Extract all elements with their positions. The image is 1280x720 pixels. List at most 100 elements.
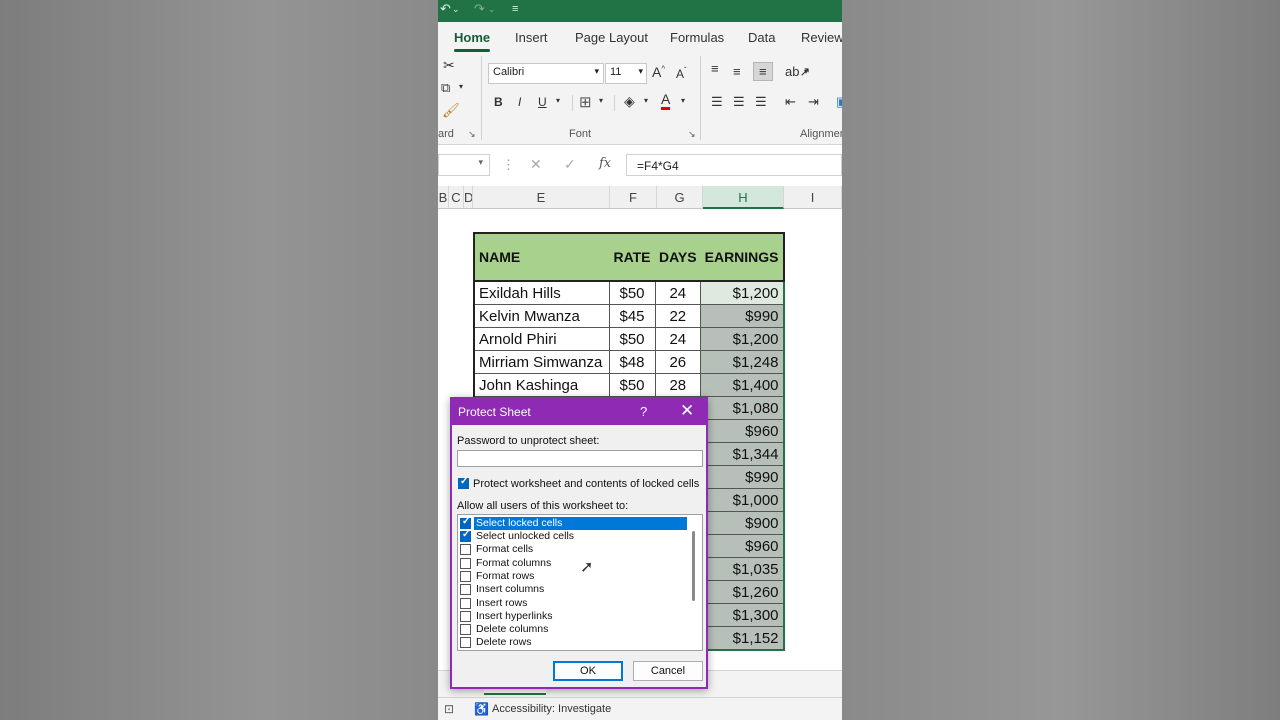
list-item[interactable]: Delete rows xyxy=(460,636,686,649)
align-center-icon[interactable]: ☰ xyxy=(733,94,745,110)
align-bottom-icon[interactable]: ≡ xyxy=(753,62,773,81)
checkbox[interactable] xyxy=(460,624,471,635)
font-color-icon[interactable]: A xyxy=(661,92,671,110)
password-input[interactable] xyxy=(457,450,703,467)
align-top-icon[interactable]: ≡ xyxy=(711,61,719,76)
wrap-text-icon[interactable]: ▣ xyxy=(836,94,842,110)
column-header-h[interactable]: H xyxy=(703,186,784,209)
cell-earnings[interactable]: $990 xyxy=(700,465,785,489)
cell-earnings[interactable]: $1,000 xyxy=(700,488,785,512)
fill-color-icon[interactable]: ◈ xyxy=(624,93,635,110)
cell-rate[interactable]: $48 xyxy=(608,350,656,374)
checkbox[interactable] xyxy=(460,529,471,542)
permissions-list[interactable]: Select locked cells Select unlocked cell… xyxy=(457,514,703,651)
confirm-entry-icon[interactable]: ✓ xyxy=(564,156,576,173)
accessibility-status[interactable]: Accessibility: Investigate xyxy=(492,703,611,715)
list-item[interactable]: Select unlocked cells xyxy=(460,529,686,543)
checkbox[interactable] xyxy=(460,571,471,582)
checkbox[interactable] xyxy=(460,544,471,555)
checkbox[interactable] xyxy=(460,611,471,622)
bold-icon[interactable]: B xyxy=(494,95,503,109)
list-item[interactable]: Insert rows xyxy=(460,597,686,610)
cell-name[interactable]: Arnold Phiri xyxy=(473,327,610,351)
cancel-entry-icon[interactable]: ✕ xyxy=(530,156,542,173)
column-header-g[interactable]: G xyxy=(657,186,703,209)
tab-insert[interactable]: Insert xyxy=(515,30,548,45)
name-box[interactable]: ▾ xyxy=(438,154,490,176)
header-rate[interactable]: RATE xyxy=(609,232,655,282)
cell-name[interactable]: Mirriam Simwanza xyxy=(473,350,610,374)
checkbox[interactable] xyxy=(460,516,471,529)
copy-dropdown-icon[interactable]: ▾ xyxy=(459,82,463,91)
undo-icon[interactable]: ↶ xyxy=(440,1,451,17)
cell-earnings[interactable]: $1,344 xyxy=(700,442,785,466)
increase-font-icon[interactable]: A^ xyxy=(652,64,665,80)
undo-dropdown-icon[interactable]: ⌄ xyxy=(452,4,460,15)
borders-icon[interactable]: ⊞ xyxy=(579,93,592,111)
cell-rate[interactable]: $50 xyxy=(608,373,656,397)
cell-name[interactable]: John Kashinga xyxy=(473,373,610,397)
list-item[interactable]: Insert hyperlinks xyxy=(460,610,686,623)
ok-button[interactable]: OK xyxy=(553,661,623,681)
font-launcher-icon[interactable]: ↘ xyxy=(688,129,696,140)
align-right-icon[interactable]: ☰ xyxy=(755,94,767,110)
font-size-select[interactable]: 11 ▾ xyxy=(605,63,647,84)
cell-earnings[interactable]: $1,200 xyxy=(700,327,785,351)
decrease-font-icon[interactable]: Aˇ xyxy=(676,66,687,81)
cell-earnings[interactable]: $1,248 xyxy=(700,350,785,374)
cell-earnings[interactable]: $1,152 xyxy=(700,626,785,651)
close-icon[interactable]: ✕ xyxy=(680,401,694,421)
protect-worksheet-checkbox[interactable] xyxy=(458,476,469,489)
cell-earnings[interactable]: $1,035 xyxy=(700,557,785,581)
list-item[interactable]: Insert columns xyxy=(460,583,686,596)
list-item[interactable]: Format cells xyxy=(460,543,686,556)
cell-earnings[interactable]: $900 xyxy=(700,511,785,535)
format-painter-icon[interactable]: 🖌 xyxy=(442,102,460,119)
column-header-c[interactable]: C xyxy=(449,186,464,209)
borders-dropdown-icon[interactable]: ▾ xyxy=(599,96,603,105)
font-color-dropdown-icon[interactable]: ▾ xyxy=(681,96,685,105)
cell-days[interactable]: 26 xyxy=(654,350,702,374)
cell-rate[interactable]: $50 xyxy=(608,280,656,305)
copy-icon[interactable]: ⧉ xyxy=(441,80,450,96)
insert-function-icon[interactable]: fx xyxy=(599,156,611,171)
underline-icon[interactable]: U xyxy=(538,95,547,109)
cell-name[interactable]: Exildah Hills xyxy=(473,280,610,305)
customize-qat-icon[interactable]: ≡ xyxy=(512,3,518,15)
column-header-e[interactable]: E xyxy=(473,186,610,209)
list-scrollbar[interactable] xyxy=(692,531,695,601)
cell-earnings[interactable]: $1,260 xyxy=(700,580,785,604)
redo-icon[interactable]: ↷ xyxy=(474,1,485,17)
cell-earnings[interactable]: $1,300 xyxy=(700,603,785,627)
list-item[interactable]: Format columns xyxy=(460,557,686,570)
formula-input[interactable]: =F4*G4 xyxy=(626,154,842,176)
redo-dropdown-icon[interactable]: ⌄ xyxy=(488,4,496,15)
increase-indent-icon[interactable]: ⇥ xyxy=(808,94,819,110)
checkbox[interactable] xyxy=(460,584,471,595)
cell-rate[interactable]: $45 xyxy=(608,304,656,328)
tab-formulas[interactable]: Formulas xyxy=(670,30,724,45)
list-item[interactable]: Delete columns xyxy=(460,623,686,636)
more-options-icon[interactable]: ⋮ xyxy=(502,157,515,173)
tab-home[interactable]: Home xyxy=(454,30,491,52)
align-middle-icon[interactable]: ≡ xyxy=(733,64,741,79)
accessibility-icon[interactable]: ♿ xyxy=(474,702,489,716)
cut-icon[interactable]: ✂ xyxy=(443,57,455,74)
header-earnings[interactable]: EARNINGS xyxy=(700,232,785,282)
cancel-button[interactable]: Cancel xyxy=(633,661,703,681)
macro-record-icon[interactable]: ⊡ xyxy=(444,702,454,716)
header-days[interactable]: DAYS xyxy=(655,232,701,282)
column-header-d[interactable]: D xyxy=(464,186,473,209)
cell-days[interactable]: 24 xyxy=(654,327,702,351)
checkbox[interactable] xyxy=(460,598,471,609)
cell-earnings[interactable]: $1,200 xyxy=(700,280,785,305)
column-header-b[interactable]: B xyxy=(438,186,449,209)
cell-days[interactable]: 22 xyxy=(654,304,702,328)
orientation-dropdown-icon[interactable]: ▾ xyxy=(804,67,808,76)
list-item[interactable]: Format rows xyxy=(460,570,686,583)
cell-earnings[interactable]: $990 xyxy=(700,304,785,328)
header-name[interactable]: NAME xyxy=(473,232,609,282)
checkbox[interactable] xyxy=(460,637,471,648)
tab-data[interactable]: Data xyxy=(748,30,775,45)
italic-icon[interactable]: I xyxy=(518,95,521,109)
